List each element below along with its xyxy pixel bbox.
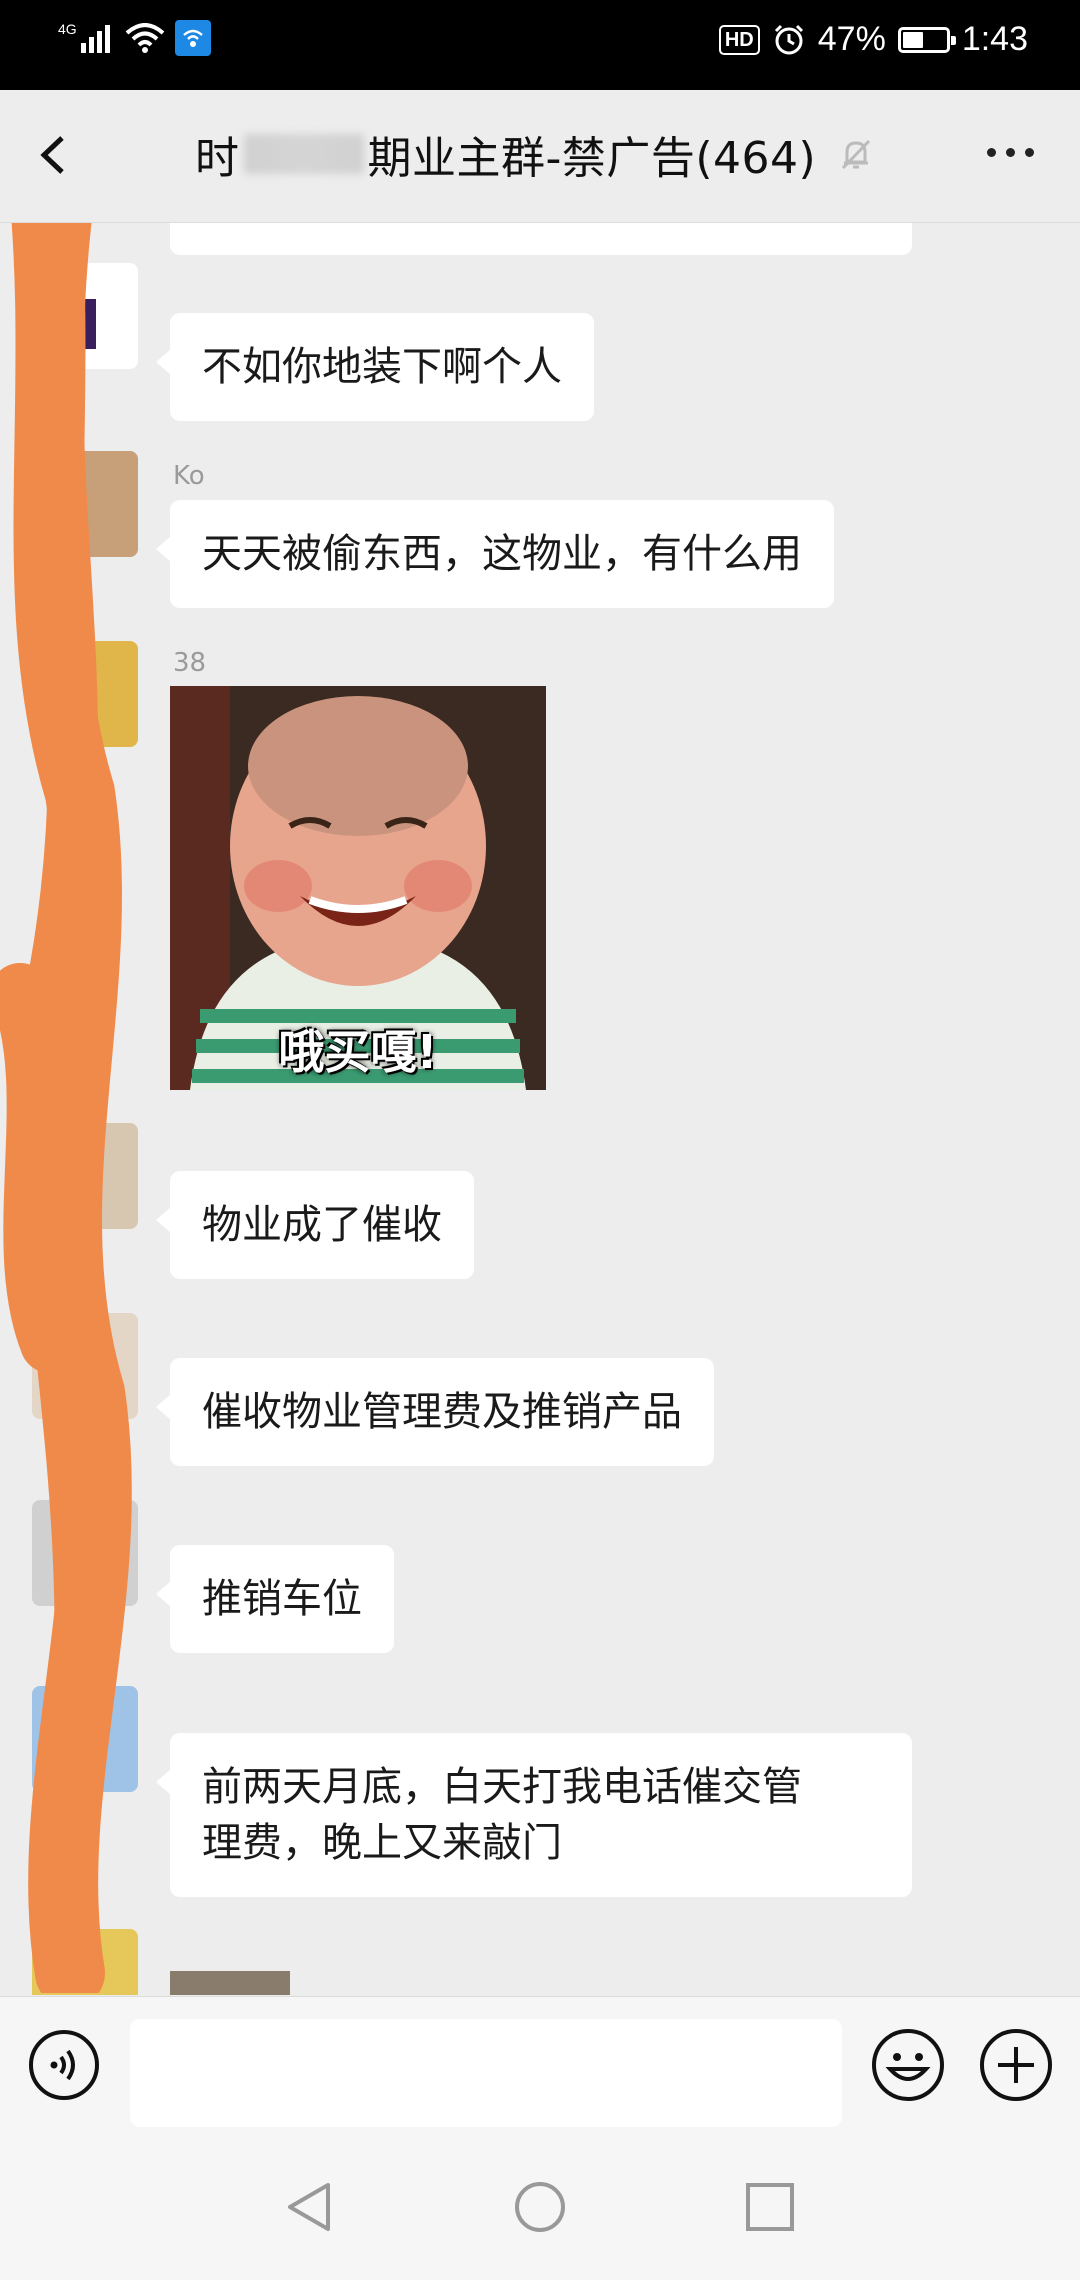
message-bubble[interactable]: 天天被偷东西，这物业，有什么用 bbox=[156, 500, 834, 608]
status-bar: 4G HD 47% 1:43 bbox=[0, 0, 1080, 90]
message-bubble[interactable]: 不如你地装下啊个人 bbox=[156, 313, 594, 421]
clock: 1:43 bbox=[961, 20, 1028, 58]
message-bubble[interactable]: 催收物业管理费及推销产品 bbox=[156, 1358, 714, 1466]
avatar[interactable] bbox=[32, 1123, 138, 1229]
message-bubble[interactable]: 前两天月底，白天打我电话催交管 理费，晚上又来敲门 bbox=[156, 1733, 912, 1897]
battery-icon bbox=[897, 26, 956, 53]
alarm-icon bbox=[774, 24, 803, 54]
avatar[interactable] bbox=[32, 1313, 138, 1419]
nav-home-icon[interactable] bbox=[512, 2177, 568, 2237]
message-text: 天天被偷东西，这物业，有什么用 bbox=[202, 531, 802, 577]
sender-name: Ko bbox=[173, 461, 205, 491]
mute-icon bbox=[842, 139, 871, 170]
voice-icon[interactable] bbox=[28, 2029, 100, 2101]
wifi-calling-icon bbox=[174, 20, 211, 56]
chat-title: 时 期业主群-禁广告(464) bbox=[195, 122, 874, 186]
input-bar bbox=[0, 1996, 1080, 2137]
nav-back-icon[interactable] bbox=[282, 2177, 338, 2237]
message-input[interactable] bbox=[130, 2019, 842, 2127]
status-left: 4G bbox=[58, 20, 211, 56]
avatar[interactable] bbox=[32, 1500, 138, 1606]
more-icon[interactable] bbox=[987, 148, 1034, 157]
message-text-line: 前两天月底，白天打我电话催交管 bbox=[202, 1764, 802, 1810]
avatar[interactable] bbox=[32, 1686, 138, 1792]
system-nav-bar bbox=[0, 2137, 1080, 2280]
network-type-label: 4G bbox=[58, 21, 77, 37]
avatar[interactable] bbox=[32, 451, 138, 557]
sender-name: 38 bbox=[173, 648, 207, 678]
message-bubble[interactable]: 推销车位 bbox=[156, 1545, 394, 1653]
back-icon[interactable] bbox=[30, 130, 80, 180]
avatar[interactable] bbox=[32, 1929, 138, 1995]
sticker-image[interactable]: 哦买嘎! bbox=[170, 686, 546, 1090]
message-text: 推销车位 bbox=[202, 1576, 362, 1622]
message-text-line: 理费，晚上又来敲门 bbox=[202, 1820, 562, 1866]
message-text: 不如你地装下啊个人 bbox=[202, 344, 562, 390]
wifi-icon bbox=[125, 23, 165, 53]
hd-icon: HD bbox=[718, 24, 760, 55]
chat-title-suffix: 期业主群-禁广告(464) bbox=[367, 133, 817, 184]
avatar[interactable] bbox=[32, 263, 138, 369]
message-bubble[interactable]: 物业成了催收 bbox=[156, 1171, 474, 1279]
chat-header: 时 期业主群-禁广告(464) bbox=[0, 90, 1080, 223]
battery-percent: 47% bbox=[817, 20, 886, 58]
sticker-caption: 哦买嘎! bbox=[278, 1025, 438, 1079]
nav-recent-icon[interactable] bbox=[742, 2177, 798, 2237]
status-right: HD 47% 1:43 bbox=[718, 20, 1028, 59]
message-text: 物业成了催收 bbox=[202, 1202, 442, 1248]
message-bubble-partial[interactable] bbox=[156, 223, 912, 255]
sticker-image-partial[interactable] bbox=[170, 1971, 290, 1995]
signal-icon bbox=[80, 25, 110, 53]
plus-icon[interactable] bbox=[978, 2027, 1054, 2103]
title-redaction bbox=[243, 134, 364, 174]
chat-title-prefix: 时 bbox=[195, 133, 240, 184]
emoji-icon[interactable] bbox=[870, 2027, 946, 2103]
message-list[interactable]: 不如你地装下啊个人 Ko 天天被偷东西，这物业，有什么用 38 哦买嘎! 物业成… bbox=[0, 223, 1080, 1995]
message-text: 催收物业管理费及推销产品 bbox=[202, 1389, 682, 1435]
avatar[interactable] bbox=[32, 641, 138, 747]
